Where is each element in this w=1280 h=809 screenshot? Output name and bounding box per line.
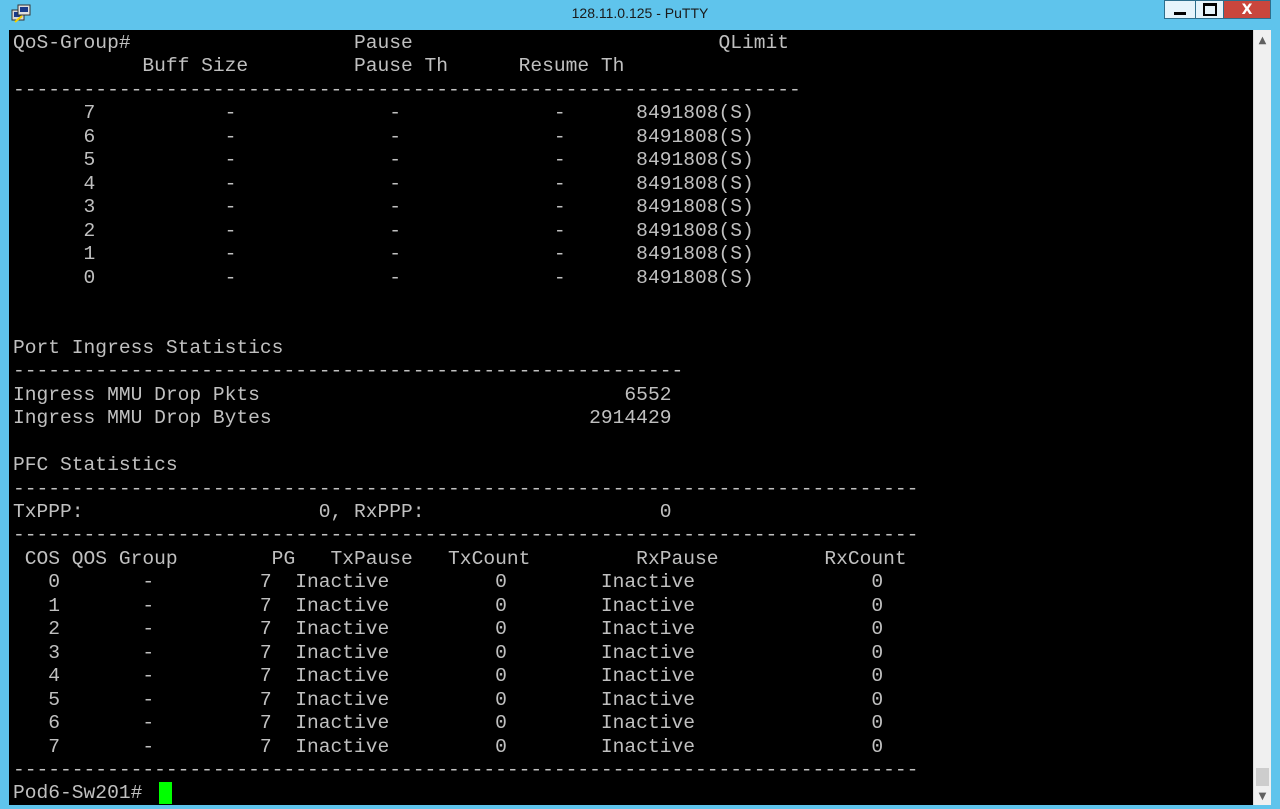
maximize-icon (1202, 3, 1217, 16)
terminal-line: 2 - 7 Inactive 0 Inactive 0 (13, 618, 884, 641)
terminal-line: 1 - - - 8491808(S) (13, 243, 754, 266)
close-icon: X (1241, 1, 1253, 18)
terminal-line: 1 - 7 Inactive 0 Inactive 0 (13, 594, 884, 617)
terminal-line: ----------------------------------------… (13, 78, 801, 101)
terminal-line: 3 - - - 8491808(S) (13, 196, 754, 219)
window-bottom-border (0, 805, 1280, 809)
terminal-line: 0 - 7 Inactive 0 Inactive 0 (13, 571, 884, 594)
terminal-line: ----------------------------------------… (13, 477, 919, 500)
terminal-line: COS QOS Group PG TxPause TxCount RxPause… (13, 547, 907, 570)
terminal-line: 3 - 7 Inactive 0 Inactive 0 (13, 641, 884, 664)
window-title-bar[interactable]: 128.11.0.125 - PuTTY X (0, 0, 1280, 30)
terminal-line: 4 - 7 Inactive 0 Inactive 0 (13, 665, 884, 688)
window-title: 128.11.0.125 - PuTTY (571, 5, 709, 21)
scroll-up-arrow-icon[interactable]: ▲ (1254, 32, 1271, 49)
maximize-button[interactable] (1195, 0, 1224, 19)
terminal-line: TxPPP: 0, RxPPP: 0 (13, 501, 672, 523)
terminal-line: PFC Statistics (13, 454, 178, 477)
terminal-line: 5 - 7 Inactive 0 Inactive 0 (13, 688, 884, 711)
terminal-line: 0 - - - 8491808(S) (13, 266, 754, 289)
terminal-line: ----------------------------------------… (13, 360, 684, 383)
terminal-line: Pod6-Sw201# (13, 782, 155, 805)
terminal-line: 2 - - - 8491808(S) (13, 219, 754, 242)
terminal-line: 4 - - - 8491808(S) (13, 172, 754, 195)
terminal-line: QoS-Group# Pause QLimit (13, 32, 790, 54)
terminal-line: 7 - 7 Inactive 0 Inactive 0 (13, 735, 884, 758)
terminal-line: Ingress MMU Drop Bytes 2914429 (13, 407, 672, 430)
minimize-icon (1174, 12, 1186, 15)
terminal-line: 5 - - - 8491808(S) (13, 149, 754, 172)
terminal-line: ----------------------------------------… (13, 524, 919, 547)
terminal-cursor (159, 782, 172, 804)
scroll-down-arrow-icon[interactable]: ▼ (1254, 788, 1271, 805)
terminal-line: Buff Size Pause Th Resume Th (13, 55, 625, 78)
terminal-line: ----------------------------------------… (13, 758, 919, 781)
close-button[interactable]: X (1223, 0, 1271, 19)
terminal-line: Ingress MMU Drop Pkts 6552 (13, 383, 672, 406)
scroll-thumb[interactable] (1256, 768, 1269, 786)
terminal-line: Port Ingress Statistics (13, 336, 284, 359)
minimize-button[interactable] (1164, 0, 1196, 19)
terminal-line: 6 - 7 Inactive 0 Inactive 0 (13, 712, 884, 735)
terminal-screen[interactable]: QoS-Group# Pause QLimit Buff Size Pause … (9, 30, 1253, 805)
vertical-scrollbar[interactable]: ▲ ▼ (1253, 30, 1271, 805)
terminal-line: 6 - - - 8491808(S) (13, 125, 754, 148)
terminal-line: 7 - - - 8491808(S) (13, 102, 754, 125)
